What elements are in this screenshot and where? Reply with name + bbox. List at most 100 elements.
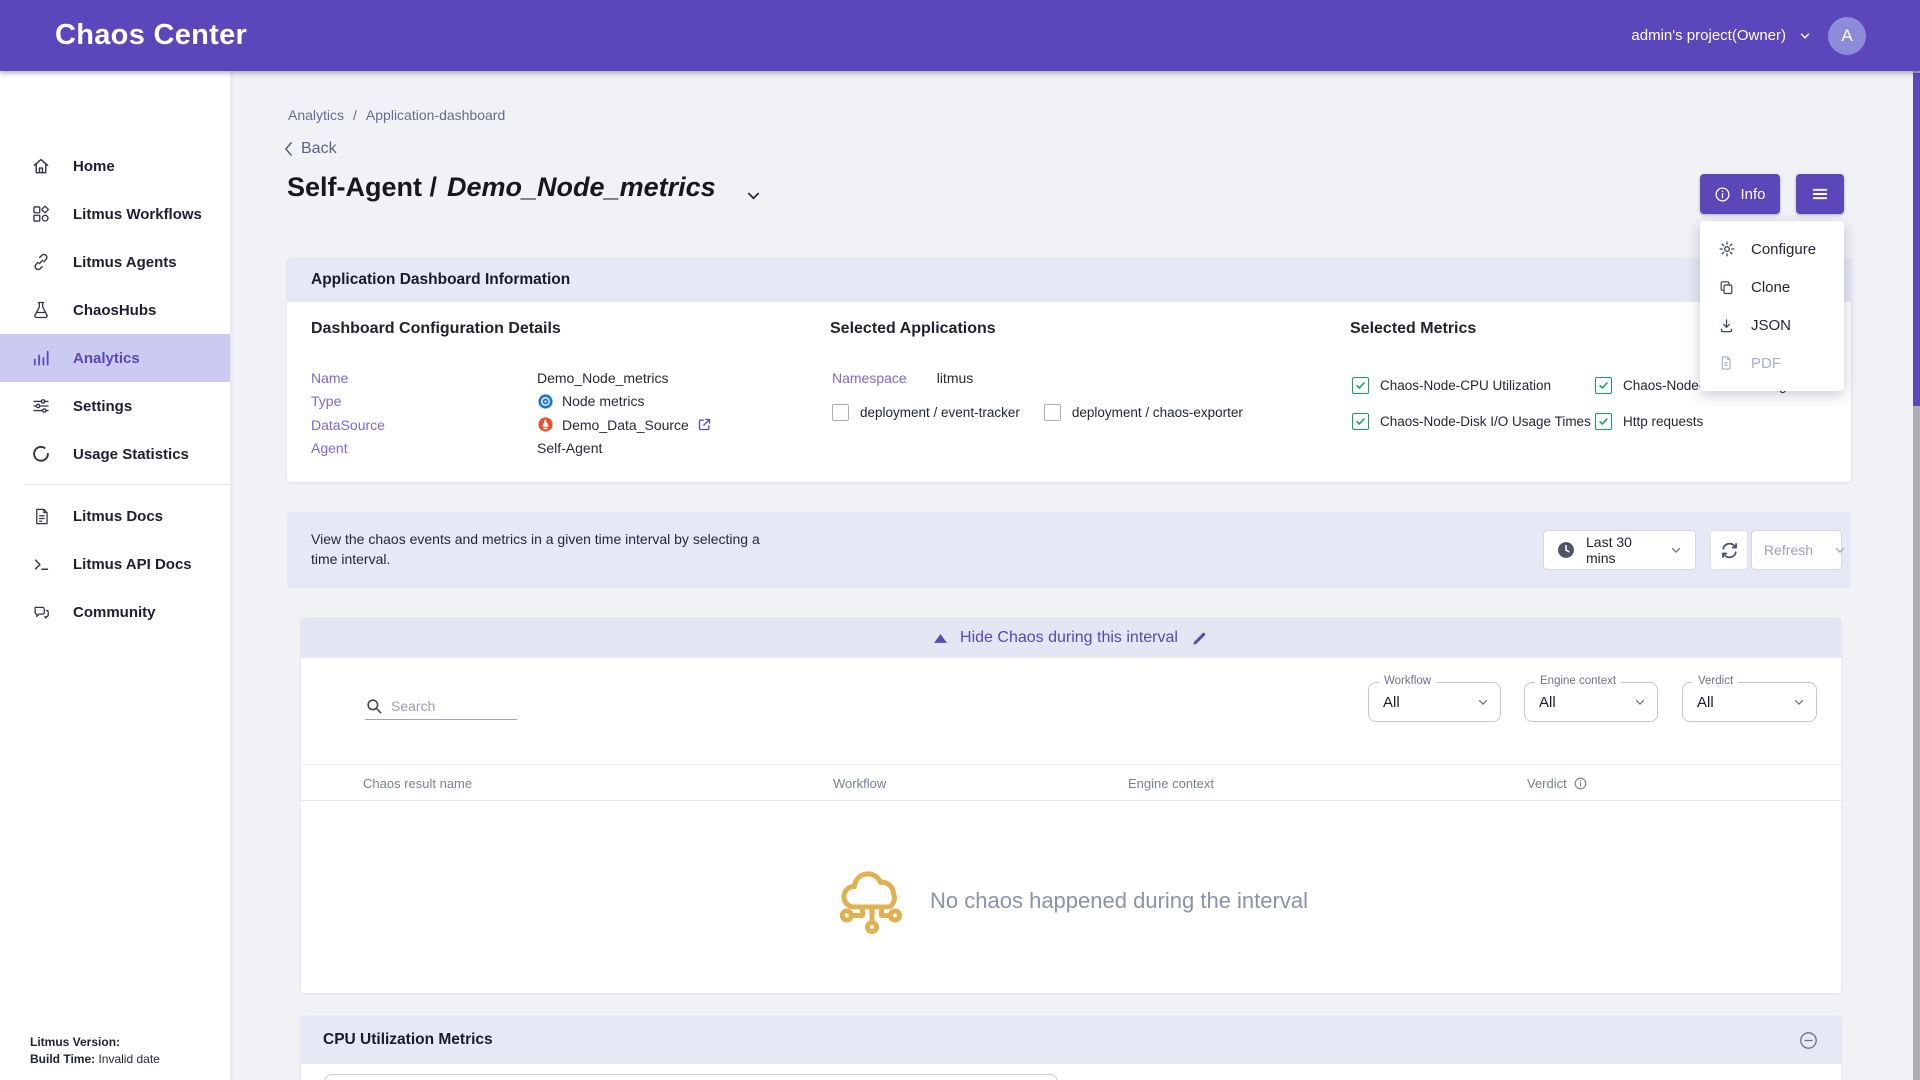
- time-range-select[interactable]: Last 30 mins: [1543, 530, 1696, 570]
- back-button[interactable]: Back: [284, 140, 337, 158]
- interval-description: View the chaos events and metrics in a g…: [311, 529, 781, 569]
- menu-item-configure[interactable]: Configure: [1700, 230, 1844, 268]
- terminal-icon: [30, 553, 52, 575]
- title-agent: Self-Agent /: [287, 172, 437, 203]
- config-value: Demo_Data_Source: [562, 417, 689, 433]
- selected-applications-section: Selected Applications Namespace litmus d…: [830, 320, 1310, 338]
- sidebar-item-home[interactable]: Home: [0, 142, 230, 190]
- sidebar-divider: [24, 484, 230, 485]
- sidebar-item-label: Litmus Agents: [73, 254, 177, 271]
- checkbox-checked[interactable]: [1352, 377, 1369, 394]
- sidebar-item-label: Litmus Workflows: [73, 206, 202, 223]
- dashboard-configuration-section: Dashboard Configuration Details Name Dem…: [311, 320, 811, 338]
- search-input[interactable]: [391, 698, 501, 714]
- time-range-value: Last 30 mins: [1586, 534, 1649, 566]
- bar-chart-icon: [30, 347, 52, 369]
- breadcrumb-analytics[interactable]: Analytics: [288, 107, 344, 123]
- column-header-workflow: Workflow: [833, 765, 886, 802]
- time-interval-banner: View the chaos events and metrics in a g…: [287, 512, 1851, 588]
- info-card-title: Application Dashboard Information: [311, 271, 570, 289]
- external-link-icon[interactable]: [697, 417, 712, 432]
- sidebar-item-label: Community: [73, 604, 156, 621]
- filter-value: All: [1383, 694, 1400, 711]
- scrollbar-thumb[interactable]: [1913, 73, 1920, 406]
- build-time-value: Invalid date: [95, 1052, 160, 1066]
- hide-chaos-toggle[interactable]: Hide Chaos during this interval: [301, 618, 1841, 658]
- usage-circle-icon: [30, 443, 52, 465]
- menu-item-json[interactable]: JSON: [1700, 306, 1844, 344]
- sliders-icon: [30, 395, 52, 417]
- title-chevron-down-icon[interactable]: [744, 186, 763, 205]
- config-label: Name: [311, 370, 537, 386]
- app-title: Chaos Center: [55, 19, 247, 52]
- checkbox-checked[interactable]: [1352, 413, 1369, 430]
- sidebar-item-litmus-workflows[interactable]: Litmus Workflows: [0, 190, 230, 238]
- page-title: Self-Agent / Demo_Node_metrics: [287, 172, 716, 203]
- document-icon: [30, 505, 52, 527]
- menu-item-clone[interactable]: Clone: [1700, 268, 1844, 306]
- config-label: DataSource: [311, 417, 537, 433]
- avatar[interactable]: A: [1828, 17, 1866, 55]
- verdict-filter-select[interactable]: Verdict All: [1682, 682, 1817, 722]
- sidebar-item-community[interactable]: Community: [0, 588, 230, 636]
- home-icon: [30, 155, 52, 177]
- workflow-filter-select[interactable]: Workflow All: [1368, 682, 1501, 722]
- sidebar: Home Litmus Workflows Litmus Agents Chao…: [0, 71, 230, 1080]
- breadcrumb-separator: /: [353, 107, 357, 123]
- checkbox-checked[interactable]: [1595, 413, 1612, 430]
- chaos-center-app: Chaos Center admin's project(Owner) A Ho…: [0, 0, 1920, 1080]
- refresh-rate-select[interactable]: Refresh: [1751, 530, 1842, 570]
- namespace-value: litmus: [937, 370, 974, 386]
- config-value: Self-Agent: [537, 440, 602, 456]
- collapse-minus-icon[interactable]: [1798, 1030, 1819, 1051]
- pencil-icon[interactable]: [1191, 630, 1208, 647]
- chevron-left-icon: [284, 142, 293, 156]
- sidebar-item-label: Home: [73, 158, 115, 175]
- node-metrics-icon: [537, 393, 554, 410]
- application-checkbox-event-tracker: deployment / event-tracker: [832, 404, 1020, 421]
- sidebar-item-analytics[interactable]: Analytics: [0, 334, 230, 382]
- sidebar-item-chaoshubs[interactable]: ChaosHubs: [0, 286, 230, 334]
- filter-value: All: [1539, 694, 1556, 711]
- chat-bubbles-icon: [30, 601, 52, 623]
- dashboard-menu-button[interactable]: [1796, 174, 1844, 214]
- refresh-icon-button[interactable]: [1710, 530, 1748, 570]
- info-button[interactable]: Info: [1700, 174, 1780, 214]
- sidebar-item-litmus-docs[interactable]: Litmus Docs: [0, 492, 230, 540]
- sidebar-item-label: Litmus API Docs: [73, 556, 192, 573]
- filter-value: All: [1697, 694, 1714, 711]
- sidebar-item-litmus-api-docs[interactable]: Litmus API Docs: [0, 540, 230, 588]
- config-value: Node metrics: [562, 393, 644, 409]
- chevron-down-icon: [1633, 695, 1647, 709]
- metric-checkbox-cpu-utilization: Chaos-Node-CPU Utilization: [1352, 377, 1595, 394]
- checkbox-unchecked[interactable]: [1044, 404, 1061, 421]
- sidebar-nav: Home Litmus Workflows Litmus Agents Chao…: [0, 142, 230, 636]
- filter-label: Engine context: [1535, 675, 1621, 687]
- chevron-down-icon: [1476, 695, 1490, 709]
- project-picker[interactable]: admin's project(Owner): [1631, 27, 1812, 44]
- metric-checkbox-disk-io-times: Chaos-Node-Disk I/O Usage Times: [1352, 413, 1595, 430]
- checkbox-checked[interactable]: [1595, 377, 1612, 394]
- application-checkbox-chaos-exporter: deployment / chaos-exporter: [1044, 404, 1243, 421]
- download-icon: [1718, 316, 1736, 334]
- build-time-label: Build Time:: [30, 1052, 95, 1066]
- cpu-utilization-card: CPU Utilization Metrics: [301, 1016, 1841, 1080]
- menu-item-pdf[interactable]: PDF: [1700, 344, 1844, 382]
- sidebar-item-settings[interactable]: Settings: [0, 382, 230, 430]
- info-circle-icon[interactable]: [1573, 776, 1588, 791]
- link-icon: [30, 251, 52, 273]
- top-bar: Chaos Center admin's project(Owner) A: [0, 0, 1920, 71]
- sidebar-item-litmus-agents[interactable]: Litmus Agents: [0, 238, 230, 286]
- config-row-type: Type Node metrics: [311, 390, 712, 414]
- checkbox-label: deployment / event-tracker: [860, 405, 1020, 420]
- engine-context-filter-select[interactable]: Engine context All: [1524, 682, 1658, 722]
- sidebar-item-usage-statistics[interactable]: Usage Statistics: [0, 430, 230, 478]
- breadcrumb-application-dashboard[interactable]: Application-dashboard: [366, 107, 505, 123]
- column-header-engine-context: Engine context: [1128, 765, 1214, 802]
- sidebar-item-label: Analytics: [73, 350, 140, 367]
- breadcrumb: Analytics / Application-dashboard: [288, 107, 505, 123]
- refresh-icon: [1719, 540, 1740, 561]
- chaos-table-header: Chaos result name Workflow Engine contex…: [301, 764, 1841, 801]
- checkbox-unchecked[interactable]: [832, 404, 849, 421]
- config-value: Demo_Node_metrics: [537, 370, 669, 386]
